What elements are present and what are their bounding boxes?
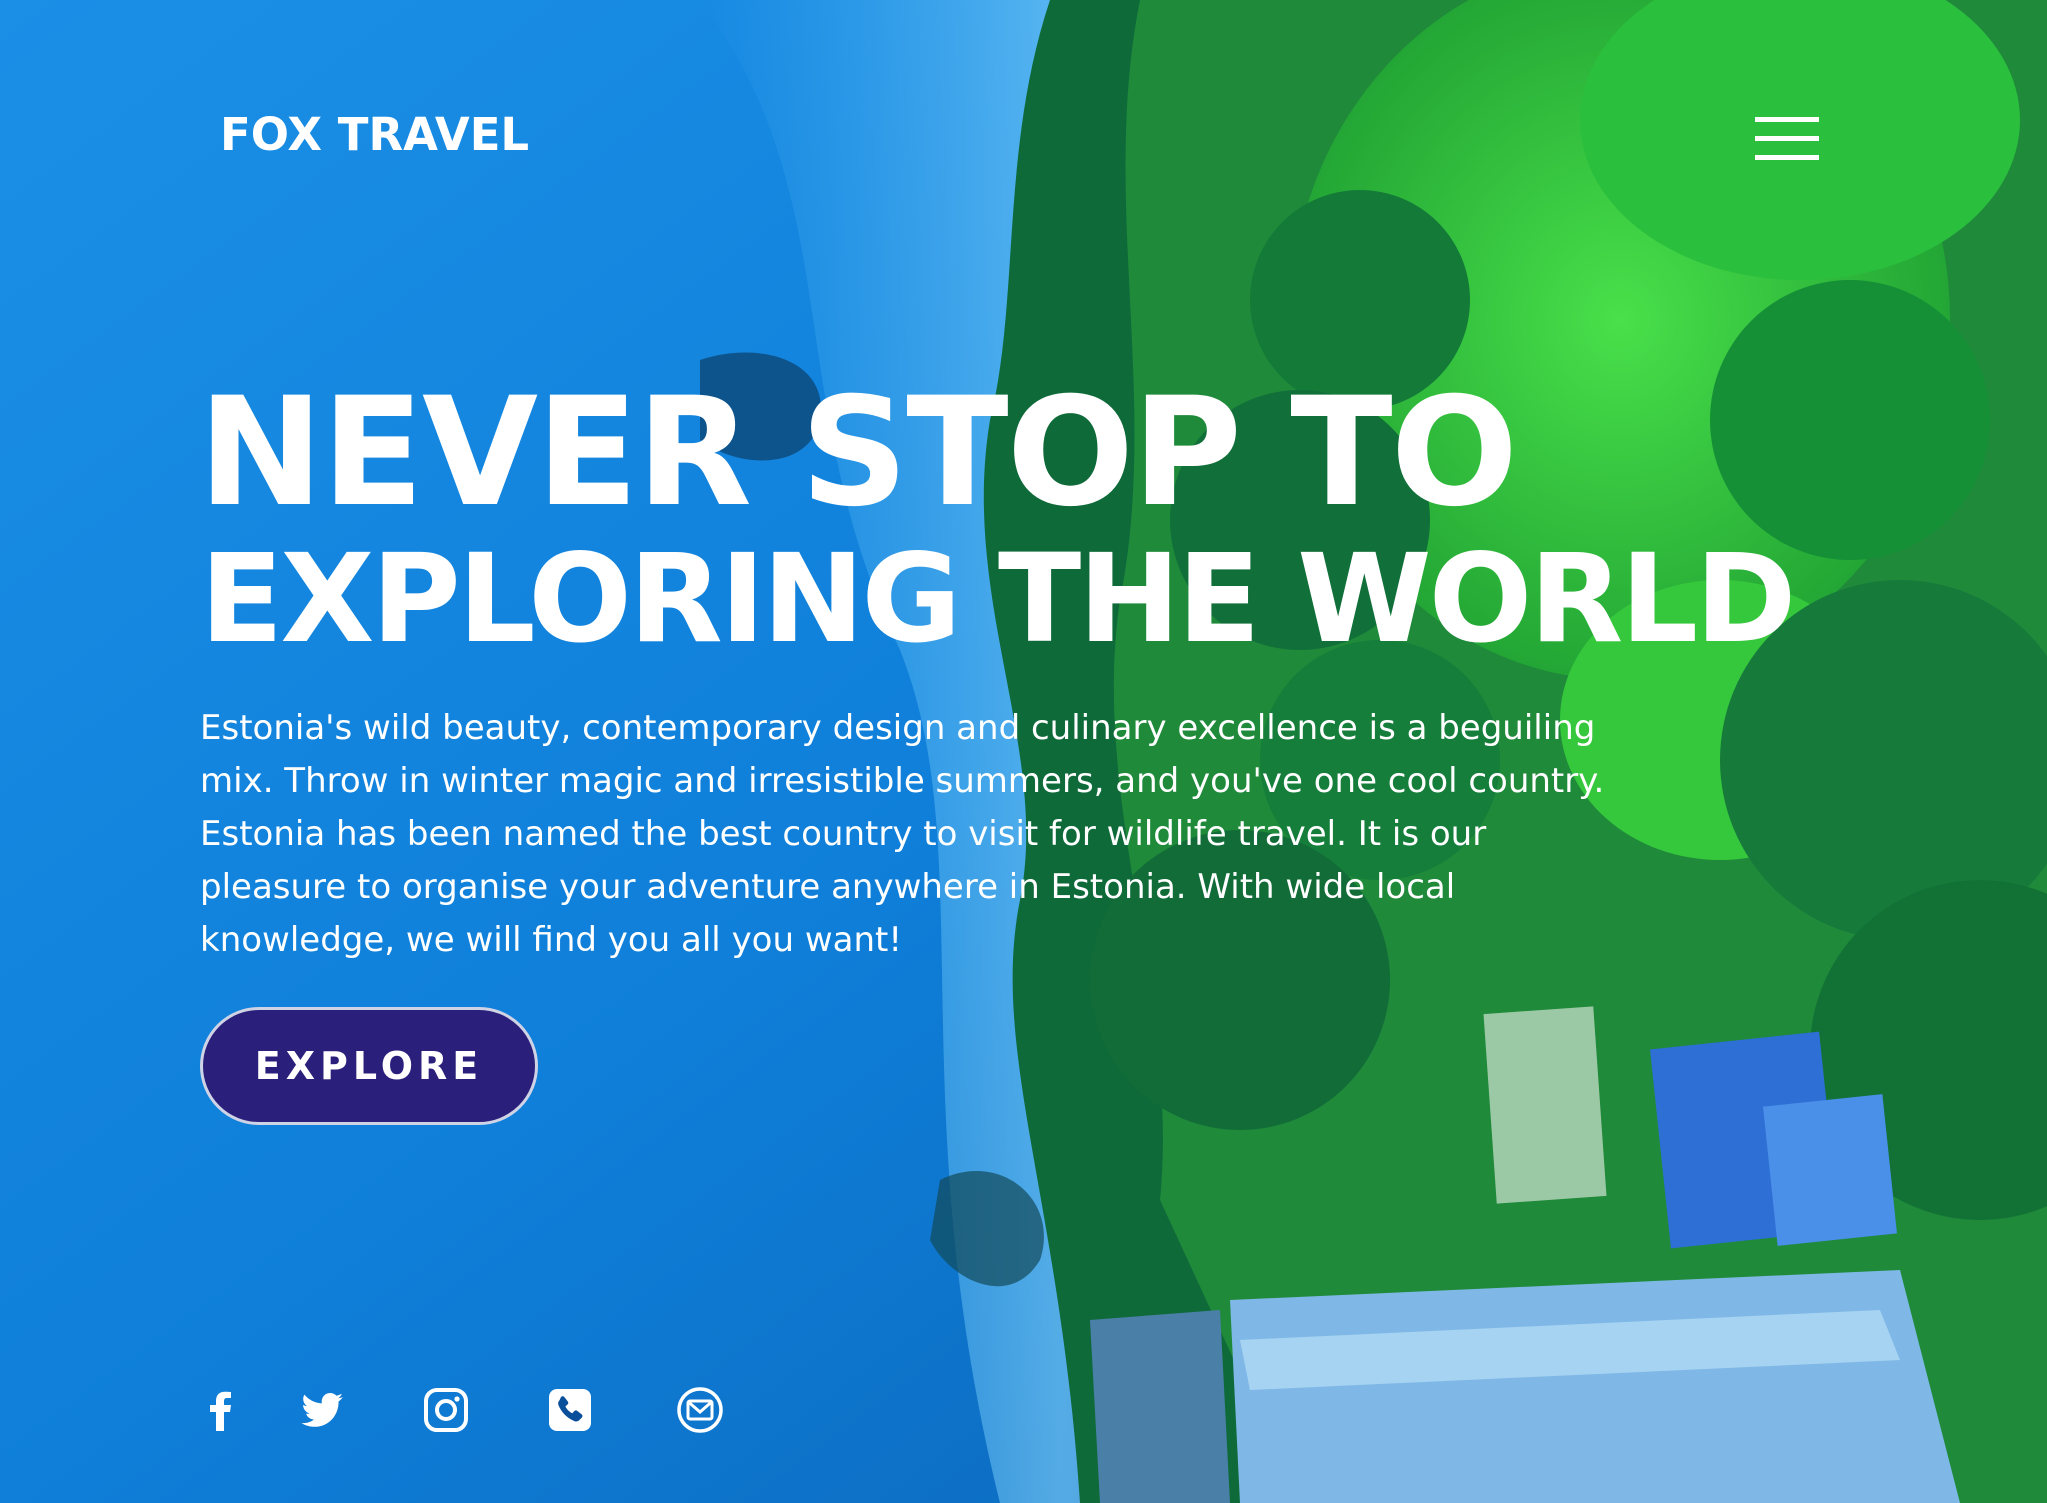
hero-intro-text: Estonia's wild beauty, contemporary desi…: [200, 708, 1605, 960]
menu-bar: [1755, 155, 1819, 160]
explore-button[interactable]: EXPLORE: [200, 1007, 538, 1125]
hamburger-menu-icon[interactable]: [1755, 114, 1819, 162]
facebook-icon[interactable]: [196, 1385, 246, 1435]
instagram-icon[interactable]: [421, 1385, 471, 1435]
hero-headline-line1: NEVER STOP TO: [198, 366, 1518, 540]
email-icon[interactable]: [675, 1385, 725, 1435]
menu-bar: [1755, 136, 1819, 141]
phone-icon[interactable]: [545, 1385, 595, 1435]
twitter-icon[interactable]: [297, 1385, 347, 1435]
hero-headline-line2: EXPLORING THE WORLD: [200, 528, 1796, 670]
brand-logo[interactable]: FOX TRAVEL: [220, 108, 529, 161]
menu-bar: [1755, 117, 1819, 122]
